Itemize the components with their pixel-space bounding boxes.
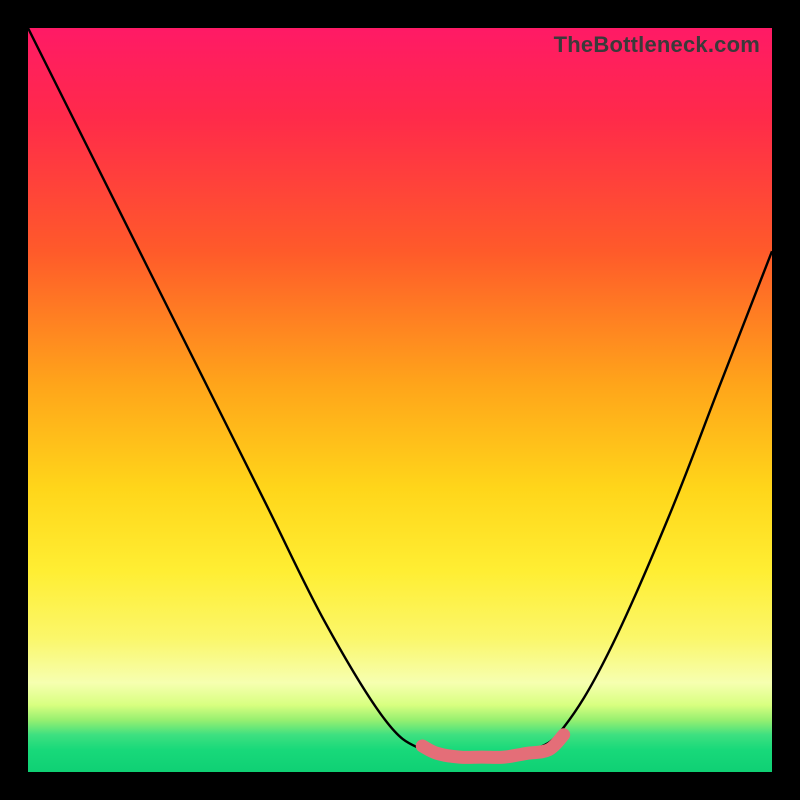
chart-svg [28,28,772,772]
chart-frame: TheBottleneck.com [0,0,800,800]
plot-area: TheBottleneck.com [28,28,772,772]
valley-curve-path [28,28,772,758]
floor-marker-path [422,735,563,758]
